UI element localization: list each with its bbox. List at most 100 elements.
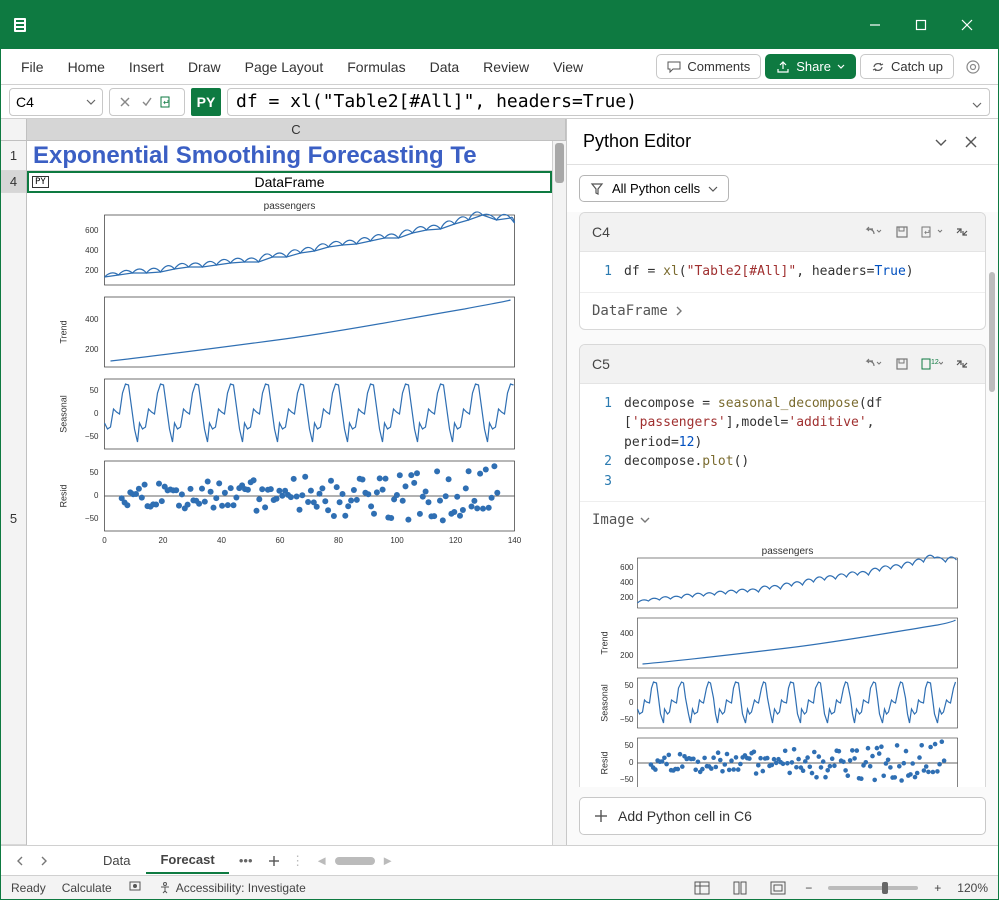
chevron-down-icon	[640, 515, 650, 525]
resid-dots	[119, 463, 501, 523]
select-all-corner[interactable]	[1, 119, 27, 140]
zoom-level[interactable]: 120%	[957, 881, 988, 895]
chevron-down-icon	[708, 184, 718, 194]
titlebar	[1, 1, 998, 49]
code-block[interactable]: 1decompose = seasonal_decompose(df ['pas…	[580, 384, 985, 503]
svg-text:200: 200	[85, 266, 99, 275]
catchup-button[interactable]: Catch up	[860, 54, 954, 79]
svg-text:−50: −50	[620, 715, 634, 724]
svg-text:Trend: Trend	[600, 631, 610, 654]
svg-text:Trend: Trend	[59, 320, 69, 343]
zoom-in-button[interactable]: +	[934, 881, 941, 895]
save-icon[interactable]	[891, 221, 913, 243]
card-head[interactable]: C4 ↵	[580, 213, 985, 252]
share-button[interactable]: Share	[765, 54, 856, 79]
decompose-chart: passengers 200 400 600	[31, 197, 548, 567]
python-badge: PY	[191, 88, 221, 116]
collapse-icon[interactable]	[930, 131, 952, 153]
hscroll-thumb[interactable]	[335, 857, 375, 865]
cell-c4-active[interactable]: PY DataFrame	[27, 171, 552, 193]
close-button[interactable]	[944, 1, 990, 49]
maximize-button[interactable]	[898, 1, 944, 49]
plus-icon	[594, 809, 608, 823]
output-numeric-icon[interactable]: 123	[921, 353, 943, 375]
column-c-header[interactable]: C	[27, 119, 566, 140]
tab-formulas[interactable]: Formulas	[337, 53, 415, 81]
tab-nav-prev[interactable]	[9, 850, 31, 872]
save-icon[interactable]	[891, 353, 913, 375]
filter-icon	[590, 182, 604, 196]
cells[interactable]: Exponential Smoothing Forecasting Te PY …	[27, 141, 552, 845]
undo-icon[interactable]	[861, 221, 883, 243]
card-head[interactable]: C5 123	[580, 345, 985, 384]
formula-actions: ↵	[109, 88, 185, 116]
minimize-button[interactable]	[852, 1, 898, 49]
expand-icon[interactable]	[951, 221, 973, 243]
more-tabs-icon[interactable]: •••	[231, 850, 261, 872]
comment-icon	[667, 60, 681, 74]
result-row[interactable]: DataFrame	[580, 293, 985, 329]
row-headers: 1 4 5	[1, 141, 27, 845]
status-calculate[interactable]: Calculate	[62, 881, 112, 895]
name-box[interactable]: C4	[9, 88, 103, 116]
hscroll-left[interactable]: ◄	[311, 850, 333, 872]
svg-text:passengers: passengers	[762, 546, 814, 557]
code-block[interactable]: 1df = xl("Table2[#All]", headers=True)	[580, 252, 985, 293]
panel-scrollbar[interactable]	[989, 272, 995, 392]
vertical-scrollbar[interactable]	[552, 141, 566, 845]
accessibility-icon	[158, 881, 172, 895]
comments-button[interactable]: Comments	[656, 54, 761, 79]
confirm-icon[interactable]	[138, 93, 156, 111]
result-image: passengers 200 400 600 Trend 200	[580, 538, 985, 787]
row-5-header[interactable]: 5	[1, 193, 26, 845]
svg-text:40: 40	[217, 536, 226, 545]
svg-text:↵: ↵	[163, 98, 170, 107]
formula-input[interactable]: df = xl("Table2[#All]", headers=True)	[227, 88, 990, 116]
output-type-icon[interactable]: ↵	[921, 221, 943, 243]
tab-view[interactable]: View	[543, 53, 593, 81]
tab-draw[interactable]: Draw	[178, 53, 231, 81]
close-panel-icon[interactable]	[960, 131, 982, 153]
tab-page-layout[interactable]: Page Layout	[235, 53, 334, 81]
svg-text:0: 0	[94, 409, 99, 418]
panel-title: Python Editor	[583, 131, 922, 152]
accessibility-status[interactable]: Accessibility: Investigate	[158, 881, 306, 895]
expand-formula-icon[interactable]	[971, 95, 983, 116]
tab-nav-next[interactable]	[33, 850, 55, 872]
view-page-break-icon[interactable]	[767, 879, 789, 897]
expand-icon[interactable]	[951, 353, 973, 375]
filter-cells-button[interactable]: All Python cells	[579, 175, 729, 202]
undo-icon[interactable]	[861, 353, 883, 375]
new-sheet-button[interactable]	[263, 850, 285, 872]
view-page-layout-icon[interactable]	[729, 879, 751, 897]
macro-record-icon[interactable]	[128, 879, 142, 896]
sheet-tab-data[interactable]: Data	[89, 848, 144, 873]
zoom-slider[interactable]	[828, 886, 918, 890]
svg-text:Seasonal: Seasonal	[59, 395, 69, 433]
zoom-out-button[interactable]: −	[805, 881, 812, 895]
cancel-icon[interactable]	[116, 93, 134, 111]
row-4-header[interactable]: 4	[1, 171, 26, 193]
cell-c5[interactable]: passengers 200 400 600	[27, 193, 552, 574]
formula-bar: C4 ↵ PY df = xl("Table2[#All]", headers=…	[1, 85, 998, 119]
hscroll-right[interactable]: ►	[377, 850, 399, 872]
copilot-button[interactable]	[958, 54, 988, 80]
row-1-header[interactable]: 1	[1, 141, 26, 171]
view-normal-icon[interactable]	[691, 879, 713, 897]
sheet-grid: C 1 4 5 Exponential Smoothing Forecastin…	[1, 119, 566, 845]
cell-ref: C4	[592, 224, 853, 240]
tab-insert[interactable]: Insert	[119, 53, 174, 81]
sheet-tab-forecast[interactable]: Forecast	[146, 847, 228, 874]
tab-separator: ⋮	[287, 850, 309, 872]
result-row[interactable]: Image	[580, 502, 985, 538]
svg-text:Seasonal: Seasonal	[600, 684, 610, 722]
tab-home[interactable]: Home	[58, 53, 115, 81]
copilot-icon	[964, 58, 982, 76]
tab-file[interactable]: File	[11, 53, 54, 81]
tab-review[interactable]: Review	[473, 53, 539, 81]
cell-c1[interactable]: Exponential Smoothing Forecasting Te	[27, 141, 552, 171]
add-python-cell-button[interactable]: Add Python cell in C6	[579, 797, 986, 835]
output-type-icon[interactable]: ↵	[160, 93, 178, 111]
svg-text:−50: −50	[620, 775, 634, 784]
tab-data[interactable]: Data	[420, 53, 470, 81]
